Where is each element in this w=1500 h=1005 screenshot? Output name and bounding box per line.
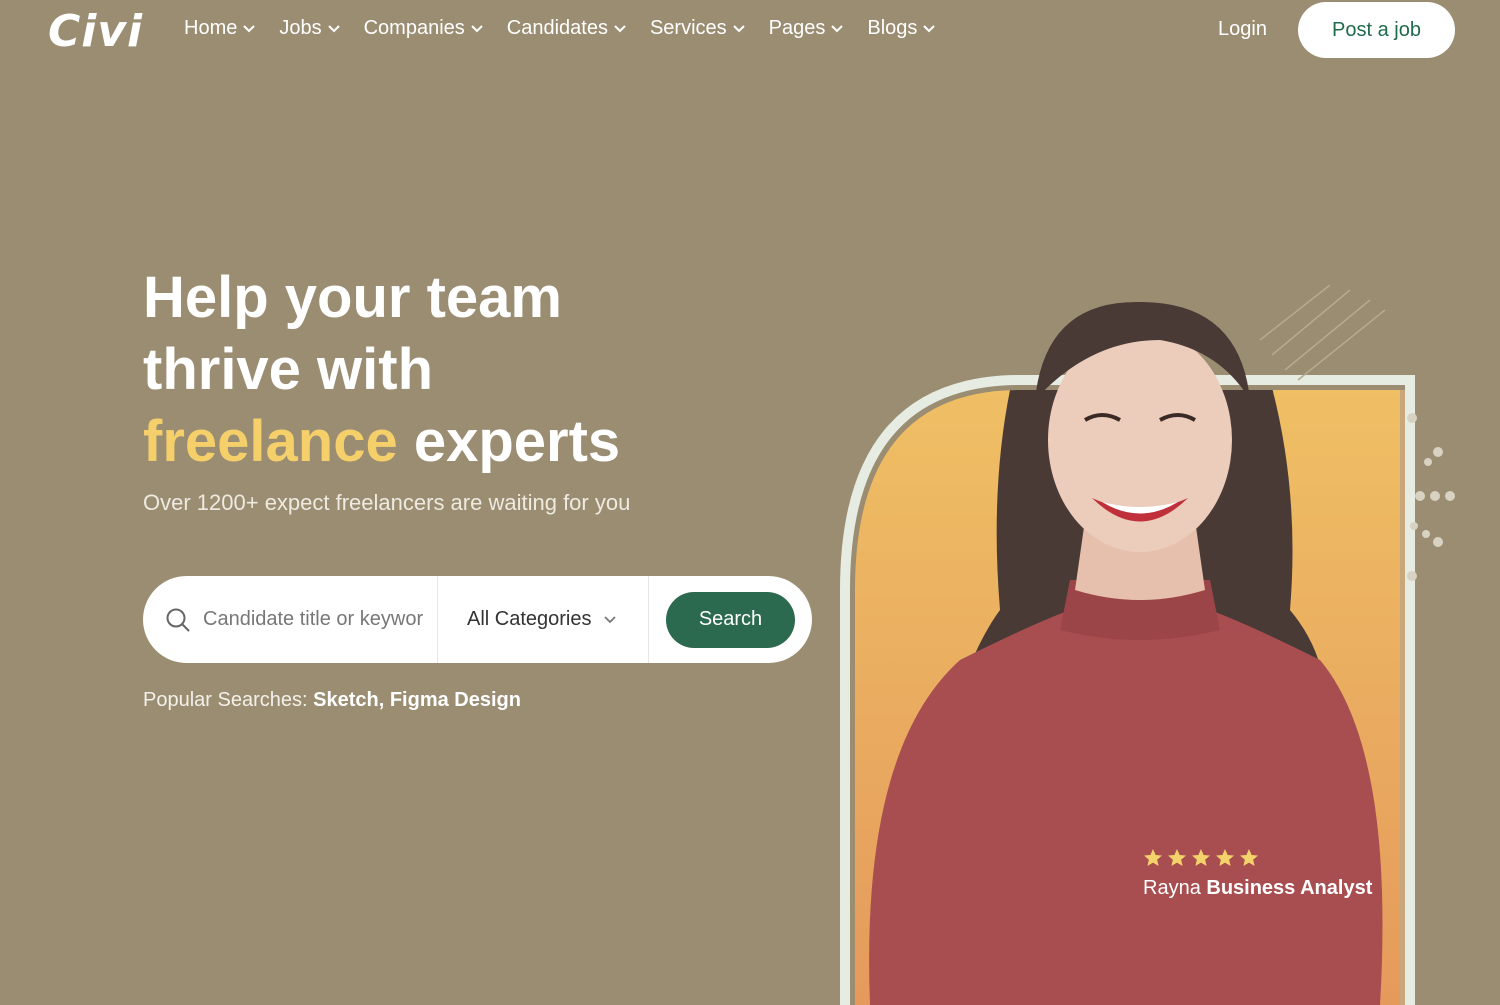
chevron-down-icon: [923, 24, 936, 32]
headline-line: freelance experts: [143, 406, 620, 478]
popular-tag-figma[interactable]: Figma Design: [390, 689, 521, 711]
nav-item-label: Pages: [768, 17, 826, 39]
nav-item-label: Candidates: [506, 17, 608, 39]
hero-subtitle: Over 1200+ expect freelancers are waitin…: [143, 490, 631, 515]
popular-searches: Popular Searches: Sketch, Figma Design: [143, 689, 521, 712]
logo[interactable]: Civi: [48, 6, 143, 57]
nav-item-label: Blogs: [867, 17, 918, 39]
chevron-down-icon: [614, 24, 626, 32]
testimonial-caption: Rayna Business Analyst: [1143, 877, 1372, 900]
popular-tag-sketch[interactable]: Sketch,: [313, 689, 384, 711]
chevron-down-icon: [732, 24, 745, 32]
search-field: [143, 576, 438, 663]
headline-rest: experts: [413, 409, 621, 474]
chevron-down-icon: [603, 615, 616, 623]
post-job-button[interactable]: Post a job: [1298, 2, 1455, 58]
search-icon: [166, 608, 190, 631]
hero-headline: Help your team thrive with freelance exp…: [143, 262, 620, 478]
nav-item-label: Companies: [363, 17, 465, 39]
nav-item-label: Jobs: [279, 17, 322, 39]
headline-accent: freelance: [143, 409, 398, 474]
headline-line: Help your team: [143, 265, 562, 330]
nav-item-services[interactable]: Services: [650, 17, 745, 40]
star-icon: [1168, 849, 1186, 866]
star-icon: [1144, 849, 1162, 866]
headline-line: thrive with: [143, 337, 434, 402]
search-button[interactable]: Search: [666, 591, 795, 648]
star-icon: [1216, 849, 1234, 866]
decorative-lines: [1259, 284, 1386, 381]
main-nav: Home Jobs Companies Candidates Services …: [184, 17, 959, 40]
testimonial-name: Rayna: [1143, 877, 1201, 899]
chevron-down-icon: [327, 24, 340, 32]
search-input[interactable]: [203, 608, 423, 631]
star-icon: [1192, 849, 1210, 866]
star-icon: [1240, 849, 1258, 866]
chevron-down-icon: [243, 24, 256, 32]
category-value: All Categories: [467, 608, 592, 630]
nav-item-blogs[interactable]: Blogs: [867, 17, 936, 40]
chevron-down-icon: [831, 24, 844, 32]
nav-item-home[interactable]: Home: [184, 17, 256, 40]
testimonial-role: Business Analyst: [1206, 877, 1373, 899]
category-dropdown[interactable]: All Categories: [438, 576, 649, 663]
chevron-down-icon: [471, 24, 483, 32]
nav-item-label: Services: [649, 17, 727, 39]
login-link[interactable]: Login: [1218, 18, 1267, 41]
nav-item-label: Home: [184, 17, 238, 39]
search-bar: All Categories Search: [143, 576, 812, 663]
rating-stars: [1143, 848, 1259, 868]
popular-label: Popular Searches:: [143, 689, 308, 711]
nav-item-jobs[interactable]: Jobs: [279, 17, 340, 40]
nav-item-pages[interactable]: Pages: [769, 17, 844, 40]
nav-item-candidates[interactable]: Candidates: [507, 17, 626, 40]
nav-item-companies[interactable]: Companies: [364, 17, 483, 40]
